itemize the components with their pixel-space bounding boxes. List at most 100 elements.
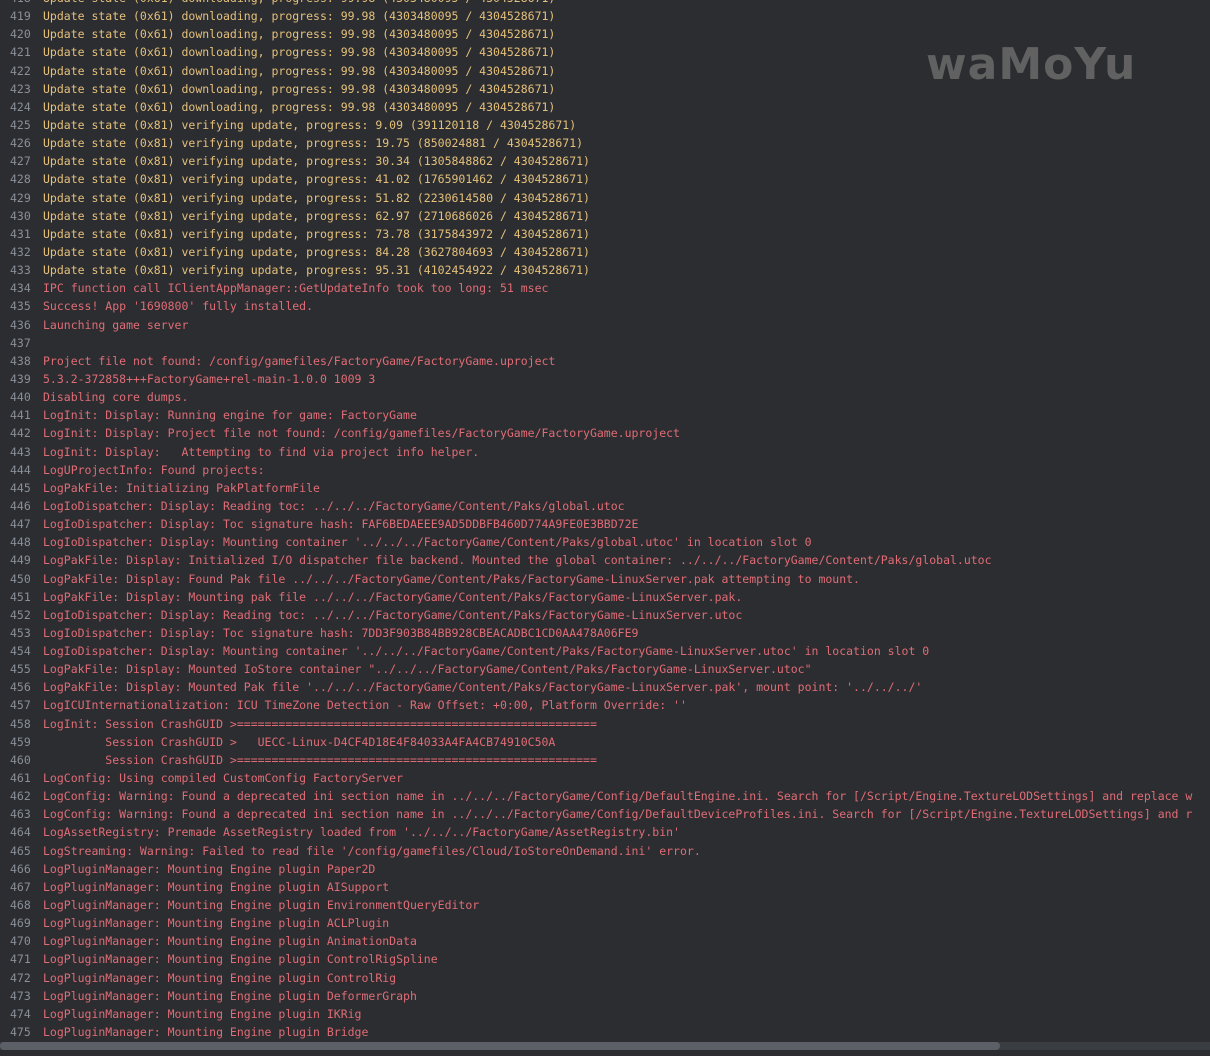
log-text: Update state (0x81) verifying update, pr… (43, 154, 590, 169)
log-text: Update state (0x61) downloading, progres… (43, 27, 556, 42)
line-number: 452 (10, 607, 31, 622)
log-text: LogUProjectInfo: Found projects: (43, 462, 265, 477)
line-number: 439 (10, 371, 31, 386)
log-text: Update state (0x61) downloading, progres… (43, 81, 556, 96)
log-text: Success! App '1690800' fully installed. (43, 299, 314, 314)
line-number: 473 (10, 988, 31, 1003)
line-number: 457 (10, 698, 31, 713)
log-line: 470 LogPluginManager: Mounting Engine plu… (0, 932, 1210, 950)
log-line: 472 LogPluginManager: Mounting Engine plu… (0, 969, 1210, 987)
line-number: 467 (10, 879, 31, 894)
line-number: 436 (10, 317, 31, 332)
log-line: 427 Update state (0x81) verifying update,… (0, 152, 1210, 170)
log-text: LogPakFile: Display: Found Pak file ../.… (43, 571, 860, 586)
log-text: Update state (0x81) verifying update, pr… (43, 136, 584, 151)
line-number: 425 (10, 117, 31, 132)
log-line: 445 LogPakFile: Initializing PakPlatformF… (0, 479, 1210, 497)
line-number: 437 (10, 335, 31, 350)
log-text: Update state (0x61) downloading, progres… (43, 99, 556, 114)
log-line: 440 Disabling core dumps. (0, 388, 1210, 406)
line-number: 432 (10, 244, 31, 259)
log-text: Update state (0x81) verifying update, pr… (43, 226, 590, 241)
log-line: 456 LogPakFile: Display: Mounted Pak file… (0, 678, 1210, 696)
watermark: waMoYu (926, 39, 1137, 90)
log-line: 432 Update state (0x81) verifying update,… (0, 243, 1210, 261)
horizontal-scrollbar[interactable] (0, 1042, 1210, 1050)
log-text: Update state (0x61) downloading, progres… (43, 45, 556, 60)
line-number: 463 (10, 807, 31, 822)
line-number: 441 (10, 408, 31, 423)
line-number: 422 (10, 63, 31, 78)
line-number: 444 (10, 462, 31, 477)
line-number: 459 (10, 734, 31, 749)
log-text: LogPluginManager: Mounting Engine plugin… (43, 879, 390, 894)
log-text: LogPluginManager: Mounting Engine plugin… (43, 898, 480, 913)
log-text: LogPluginManager: Mounting Engine plugin… (43, 952, 438, 967)
line-number: 426 (10, 136, 31, 151)
log-text: IPC function call IClientAppManager::Get… (43, 281, 549, 296)
log-text: LogPakFile: Display: Mounted Pak file '.… (43, 680, 923, 695)
log-line: 443 LogInit: Display: Attempting to find … (0, 443, 1210, 461)
log-text: Update state (0x81) verifying update, pr… (43, 263, 590, 278)
log-line: 418Update state (0x61) downloading, prog… (0, 0, 1210, 7)
line-number: 430 (10, 208, 31, 223)
log-text: LogPluginManager: Mounting Engine plugin… (43, 861, 376, 876)
log-text: LogConfig: Using compiled CustomConfig F… (43, 771, 404, 786)
line-number: 461 (10, 771, 31, 786)
line-number: 435 (10, 299, 31, 314)
line-number: 431 (10, 226, 31, 241)
log-text: LogInit: Display: Running engine for gam… (43, 408, 417, 423)
line-number: 433 (10, 263, 31, 278)
log-text: LogPakFile: Display: Initialized I/O dis… (43, 553, 992, 568)
log-line: 473 LogPluginManager: Mounting Engine plu… (0, 987, 1210, 1005)
log-line: 465 LogStreaming: Warning: Failed to read… (0, 842, 1210, 860)
line-number: 434 (10, 281, 31, 296)
line-number: 454 (10, 644, 31, 659)
log-line: 446 LogIoDispatcher: Display: Reading toc… (0, 497, 1210, 515)
log-line: 461 LogConfig: Using compiled CustomConfi… (0, 769, 1210, 787)
log-line: 444 LogUProjectInfo: Found projects: (0, 461, 1210, 479)
line-number: 475 (10, 1025, 31, 1040)
line-number: 421 (10, 45, 31, 60)
terminal-log-view[interactable]: 418Update state (0x61) downloading, prog… (0, 0, 1210, 1056)
log-text: LogPluginManager: Mounting Engine plugin… (43, 988, 417, 1003)
log-text: Update state (0x61) downloading, progres… (43, 9, 556, 24)
log-text: LogPakFile: Display: Mounted IoStore con… (43, 662, 812, 677)
line-number: 465 (10, 843, 31, 858)
log-text: LogStreaming: Warning: Failed to read fi… (43, 843, 701, 858)
log-line: 438 Project file not found: /config/gamef… (0, 352, 1210, 370)
log-text: LogPakFile: Display: Mounting pak file .… (43, 589, 743, 604)
line-number: 428 (10, 172, 31, 187)
line-number: 464 (10, 825, 31, 840)
log-text: LogPluginManager: Mounting Engine plugin… (43, 916, 390, 931)
log-text: Launching game server (43, 317, 189, 332)
log-line: 469 LogPluginManager: Mounting Engine plu… (0, 914, 1210, 932)
log-line: 434 IPC function call IClientAppManager::… (0, 279, 1210, 297)
log-text: LogPluginManager: Mounting Engine plugin… (43, 934, 417, 949)
log-line: 468 LogPluginManager: Mounting Engine plu… (0, 896, 1210, 914)
line-number: 453 (10, 625, 31, 640)
line-number: 442 (10, 426, 31, 441)
log-line: 462 LogConfig: Warning: Found a deprecate… (0, 787, 1210, 805)
horizontal-scrollbar-thumb[interactable] (0, 1042, 1000, 1050)
log-text: Update state (0x61) downloading, progres… (43, 63, 556, 78)
line-number: 446 (10, 498, 31, 513)
log-line: 475 LogPluginManager: Mounting Engine plu… (0, 1023, 1210, 1041)
log-text: LogIoDispatcher: Display: Reading toc: .… (43, 607, 743, 622)
log-line: 467 LogPluginManager: Mounting Engine plu… (0, 878, 1210, 896)
log-line: 454 LogIoDispatcher: Display: Mounting co… (0, 642, 1210, 660)
log-line: 439 5.3.2-372858+++FactoryGame+rel-main-1… (0, 370, 1210, 388)
log-text: LogConfig: Warning: Found a deprecated i… (43, 807, 1193, 822)
line-number: 443 (10, 444, 31, 459)
log-line: 425 Update state (0x81) verifying update,… (0, 116, 1210, 134)
line-number: 451 (10, 589, 31, 604)
log-text: LogInit: Display: Project file not found… (43, 426, 680, 441)
line-number: 466 (10, 861, 31, 876)
log-text: LogIoDispatcher: Display: Mounting conta… (43, 535, 812, 550)
log-text: 5.3.2-372858+++FactoryGame+rel-main-1.0.… (43, 371, 376, 386)
log-lines: 418Update state (0x61) downloading, prog… (0, 0, 1210, 1041)
line-number: 445 (10, 480, 31, 495)
log-line: 452 LogIoDispatcher: Display: Reading toc… (0, 606, 1210, 624)
log-text: Session CrashGUID >=====================… (43, 752, 597, 767)
log-line: 424 Update state (0x61) downloading, prog… (0, 98, 1210, 116)
